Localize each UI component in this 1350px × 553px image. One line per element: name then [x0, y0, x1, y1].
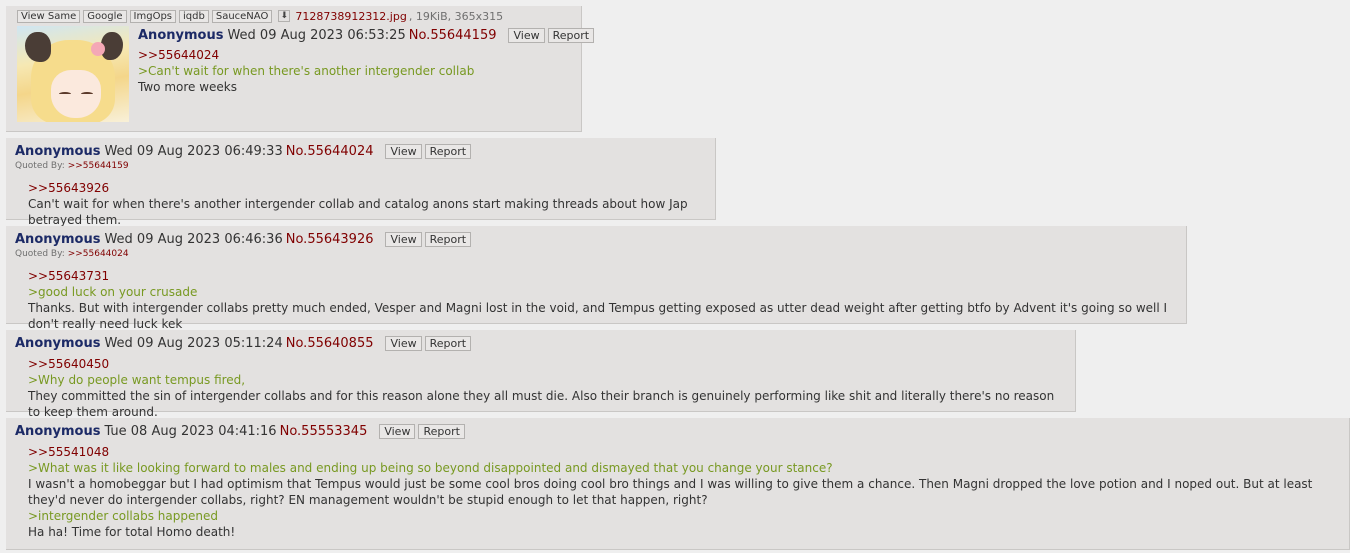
report-button[interactable]: Report	[424, 143, 472, 159]
imgops-button[interactable]: ImgOps	[129, 9, 177, 23]
quoted-by-link[interactable]: >>55644159	[68, 161, 129, 171]
post-info: Anonymous Wed 09 Aug 2023 06:53:25 No.55…	[138, 26, 597, 44]
poster-name: Anonymous	[15, 231, 101, 247]
greentext-line: >intergender collabs happened	[28, 509, 218, 523]
thread: View Same Google ImgOps iqdb SauceNAO ⬇ …	[0, 0, 1350, 553]
quoted-by: Quoted By: >>55644159	[15, 160, 707, 172]
quoted-by-label: Quoted By:	[15, 249, 65, 259]
greentext-line: >Why do people want tempus fired,	[28, 373, 246, 387]
greentext-line: >Can't wait for when there's another int…	[138, 64, 475, 78]
quote-link[interactable]: >>55643926	[28, 180, 707, 196]
message-line: Can't wait for when there's another inte…	[28, 197, 688, 227]
post-date: Wed 09 Aug 2023 06:49:33	[104, 143, 283, 159]
post-info: Anonymous Wed 09 Aug 2023 06:49:33 No.5564…	[15, 142, 707, 160]
post-message: >>55644024 >Can't wait for when there's a…	[138, 47, 597, 95]
quote-link[interactable]: >>55644024	[138, 47, 597, 63]
post-message: >>55643731 >good luck on your crusade Than…	[28, 268, 1178, 332]
post-number[interactable]: No.55553345	[280, 424, 368, 439]
report-button[interactable]: Report	[547, 27, 595, 43]
quoted-by-label: Quoted By:	[15, 161, 65, 171]
view-button[interactable]: View	[379, 423, 416, 439]
post-thumbnail[interactable]	[17, 26, 129, 122]
greentext-line: >good luck on your crusade	[28, 285, 198, 299]
post: Anonymous Wed 09 Aug 2023 06:49:33 No.5564…	[6, 138, 716, 227]
view-button[interactable]: View	[385, 335, 422, 351]
poster-name: Anonymous	[138, 27, 224, 43]
post-number[interactable]: No.55643926	[286, 232, 374, 247]
post: Anonymous Tue 08 Aug 2023 04:41:16 No.5555…	[6, 418, 1350, 550]
quote-link[interactable]: >>55640450	[28, 356, 1067, 372]
message-line: They committed the sin of intergender co…	[28, 389, 1055, 419]
quoted-by-link[interactable]: >>55644024	[68, 249, 129, 259]
post-number[interactable]: No.55644024	[286, 144, 374, 159]
post-message: >>55640450 >Why do people want tempus fir…	[28, 356, 1067, 420]
post-with-image: View Same Google ImgOps iqdb SauceNAO ⬇ …	[6, 6, 595, 132]
quote-link[interactable]: >>55643731	[28, 268, 1178, 284]
saucenao-button[interactable]: SauceNAO	[211, 9, 273, 23]
file-info: , 19KiB, 365x315	[408, 9, 504, 23]
view-button[interactable]: View	[508, 27, 545, 43]
greentext-line: >What was it like looking forward to mal…	[28, 461, 833, 475]
post-message: >>55541048 >What was it like looking forw…	[28, 444, 1341, 540]
post-number[interactable]: No.55644159	[409, 28, 497, 43]
post-date: Wed 09 Aug 2023 06:46:36	[104, 231, 283, 247]
view-same-button[interactable]: View Same	[17, 9, 81, 23]
poster-name: Anonymous	[15, 143, 101, 159]
post-number[interactable]: No.55640855	[286, 336, 374, 351]
post-date: Tue 08 Aug 2023 04:41:16	[104, 423, 277, 439]
message-line: Ha ha! Time for total Homo death!	[28, 525, 236, 539]
poster-name: Anonymous	[15, 423, 101, 439]
poster-name: Anonymous	[15, 335, 101, 351]
post: Anonymous Wed 09 Aug 2023 06:46:36 No.5564…	[6, 226, 1187, 331]
message-line: Thanks. But with intergender collabs pre…	[28, 301, 1168, 331]
message-line: Two more weeks	[138, 80, 237, 94]
post-info: Anonymous Wed 09 Aug 2023 05:11:24 No.5564…	[15, 334, 1067, 352]
post-date: Wed 09 Aug 2023 05:11:24	[104, 335, 283, 351]
quoted-by: Quoted By: >>55644024	[15, 248, 1178, 260]
post-info: Anonymous Wed 09 Aug 2023 06:46:36 No.5564…	[15, 230, 1178, 248]
google-button[interactable]: Google	[83, 9, 127, 23]
report-button[interactable]: Report	[424, 335, 472, 351]
quote-link[interactable]: >>55541048	[28, 444, 1341, 460]
download-icon[interactable]: ⬇	[278, 10, 291, 22]
file-name-link[interactable]: 7128738912312.jpg	[295, 10, 407, 23]
message-line: I wasn't a homobeggar but I had optimism…	[28, 477, 1313, 507]
view-button[interactable]: View	[385, 231, 422, 247]
view-button[interactable]: View	[385, 143, 422, 159]
report-button[interactable]: Report	[424, 231, 472, 247]
report-button[interactable]: Report	[418, 423, 465, 439]
iqdb-button[interactable]: iqdb	[179, 9, 209, 23]
post-date: Wed 09 Aug 2023 06:53:25	[227, 27, 406, 43]
file-tools-bar: View Same Google ImgOps iqdb SauceNAO ⬇ …	[17, 9, 573, 23]
post-info: Anonymous Tue 08 Aug 2023 04:41:16 No.5555…	[15, 422, 1341, 440]
post: Anonymous Wed 09 Aug 2023 05:11:24 No.5564…	[6, 330, 1076, 419]
post-message: >>55643926 Can't wait for when there's an…	[28, 180, 707, 228]
